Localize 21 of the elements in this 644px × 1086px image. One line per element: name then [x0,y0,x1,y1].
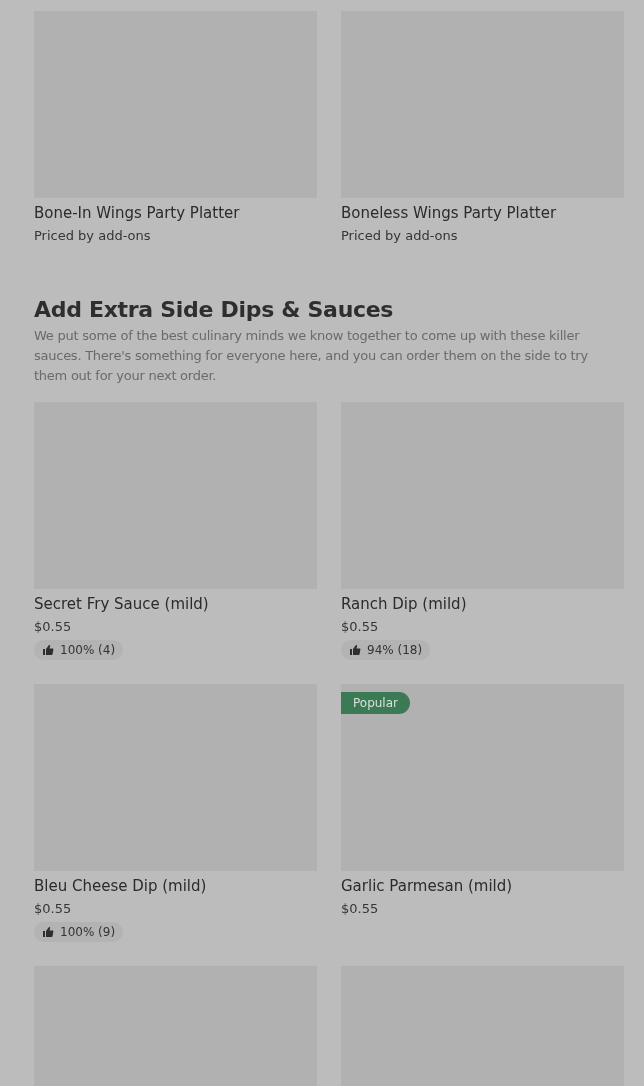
rating-pill: 100% (4) [34,640,124,660]
item-title[interactable]: Secret Fry Sauce (mild) [34,594,209,614]
rating-pill: 94% (18) [341,640,431,660]
item-price: Priced by add-ons [341,227,458,244]
popular-badge: Popular [341,692,410,714]
item-title[interactable]: Bleu Cheese Dip (mild) [34,876,207,896]
item-title[interactable]: Garlic Parmesan (mild) [341,876,513,896]
section-heading: Add Extra Side Dips & Sauces [34,297,395,322]
rating-pill: 100% (9) [34,922,124,942]
item-price: Priced by add-ons [34,227,151,244]
item-price: $0.55 [34,618,72,635]
thumbs-up-icon [42,926,54,938]
item-price: $0.55 [341,900,379,917]
thumbs-up-icon [42,644,54,656]
section-description: We put some of the best culinary minds we know together to come up with these killer sauces. There's something for everyone here, and you can order them on the side to try them out for your next order. [34,327,589,385]
item-title[interactable]: Boneless Wings Party Platter [341,203,557,223]
item-title[interactable]: Bone-In Wings Party Platter [34,203,240,223]
thumbs-up-icon [349,644,361,656]
item-title[interactable]: Ranch Dip (mild) [341,594,467,614]
item-price: $0.55 [341,618,379,635]
item-price: $0.55 [34,900,72,917]
